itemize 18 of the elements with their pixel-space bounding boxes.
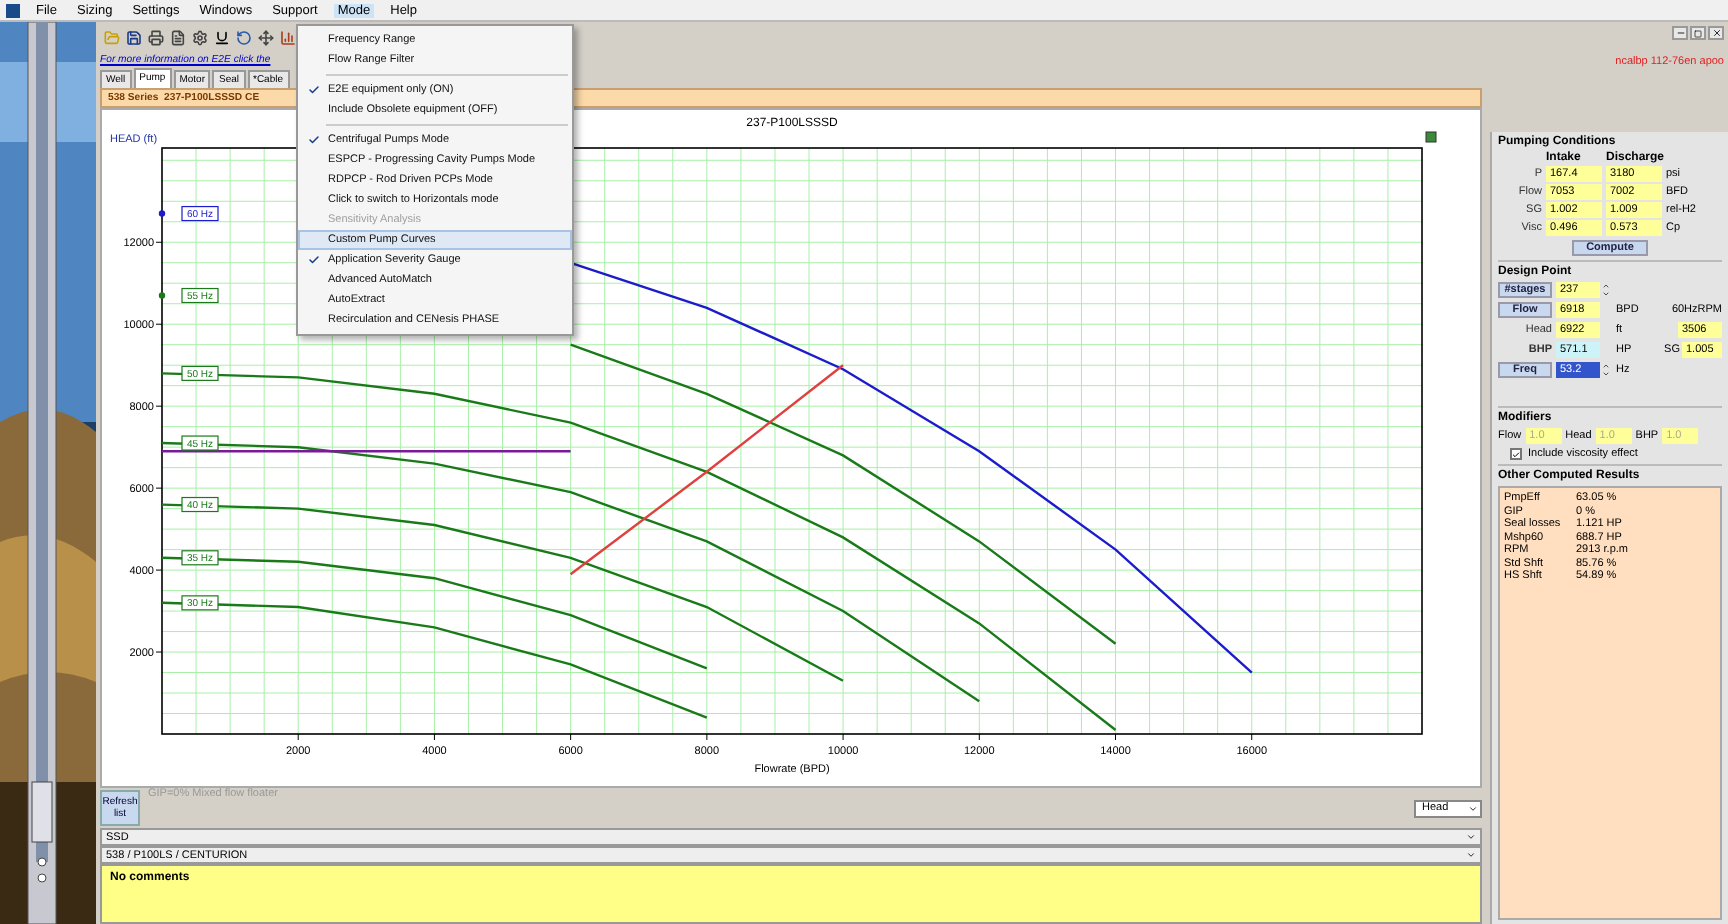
- curve-point: [158, 292, 166, 299]
- document-icon[interactable]: [170, 29, 186, 45]
- save-icon[interactable]: [126, 29, 142, 45]
- underline-icon[interactable]: [214, 29, 230, 45]
- minimize-icon: [1675, 28, 1685, 38]
- curve-point: [158, 210, 166, 217]
- viscosity-checkbox[interactable]: [1510, 448, 1522, 460]
- printer-icon[interactable]: [148, 29, 164, 45]
- minimize-button[interactable]: [1672, 26, 1688, 40]
- close-button[interactable]: [1708, 26, 1724, 40]
- caret-icon: [1468, 803, 1478, 813]
- expand-icon[interactable]: [1425, 131, 1437, 143]
- move-icon[interactable]: [258, 29, 274, 45]
- gear-icon[interactable]: [192, 29, 208, 45]
- undo-icon[interactable]: [236, 29, 252, 45]
- app-icon: [6, 3, 20, 17]
- maximize-icon: [1694, 29, 1702, 37]
- chart-icon[interactable]: [280, 29, 296, 45]
